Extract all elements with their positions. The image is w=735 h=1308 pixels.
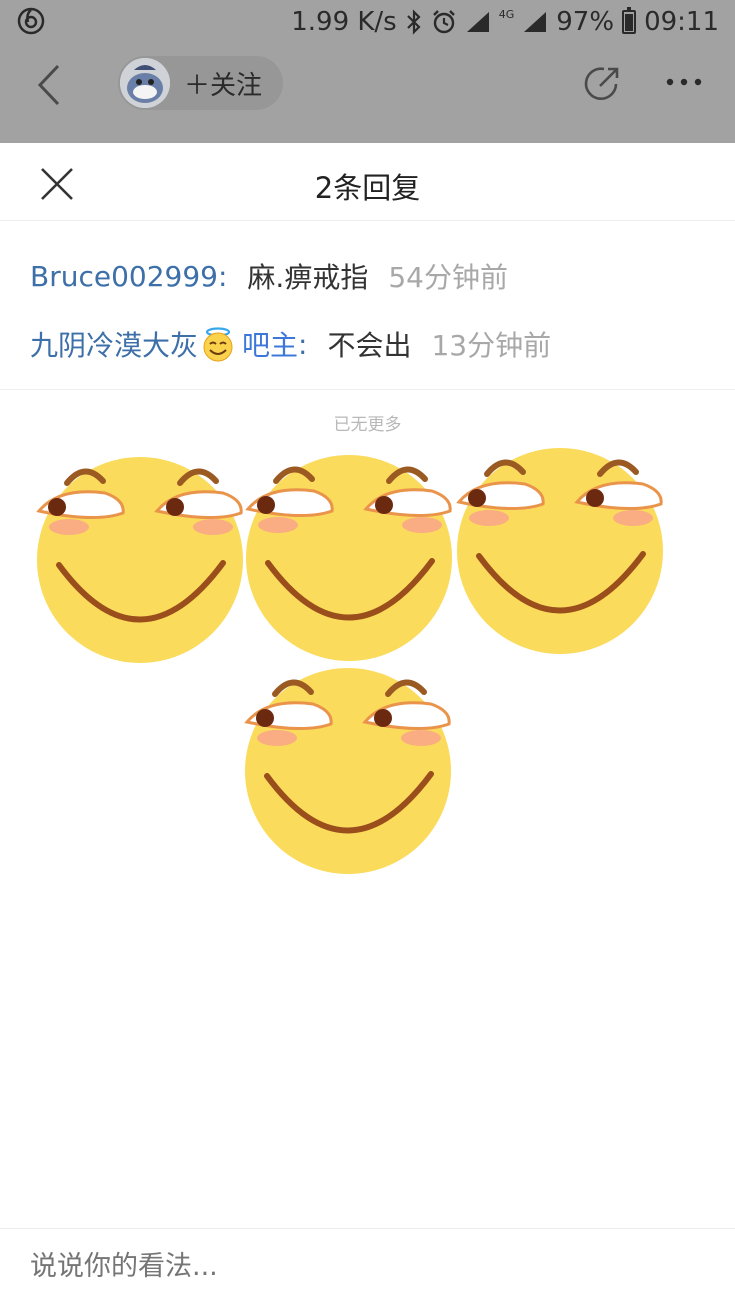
reply-content: 不会出: [327, 329, 412, 362]
sheet-header: 2条回复: [0, 143, 735, 221]
reply-sheet-screen: 1.99 K/s 4G 97% 09:11 ＋关注 2条回复 Bruce0029…: [0, 0, 735, 1308]
reply-time: 54分钟前: [388, 261, 508, 294]
back-icon[interactable]: [30, 60, 70, 110]
clock: 09:11: [644, 7, 719, 37]
smirk-face-sticker: [244, 443, 454, 663]
alarm-icon: [432, 10, 455, 34]
signal-icon: [466, 12, 489, 32]
battery-percent: 97%: [556, 7, 615, 37]
net-speed: 1.99 K/s: [291, 7, 397, 37]
reply-time: 13分钟前: [431, 329, 552, 362]
reply-colon: :: [298, 327, 308, 361]
no-more-label: 已无更多: [333, 415, 402, 435]
reply-colon: :: [217, 259, 228, 293]
sheet-title: 2条回复: [314, 171, 421, 205]
reply-item[interactable]: 九阴冷漠大灰 吧主 : 不会出 13分钟前: [30, 324, 551, 364]
status-bar: 1.99 K/s 4G 97% 09:11: [0, 0, 735, 44]
signal-4g-icon: [524, 12, 547, 32]
reply-item[interactable]: Bruce002999 : 麻.痹戒指 54分钟前: [30, 256, 508, 296]
battery-icon: [622, 7, 637, 34]
comment-bar: [0, 1228, 735, 1308]
smirk-face-sticker: [35, 445, 245, 665]
reply-username[interactable]: 九阴冷漠大灰: [30, 324, 198, 364]
reply-list: Bruce002999 : 麻.痹戒指 54分钟前 九阴冷漠大灰 吧主 : 不会…: [0, 222, 735, 390]
smirk-face-sticker: [243, 656, 453, 876]
follow-label: ＋关注: [184, 71, 263, 101]
halo-smile-emoji: [203, 327, 233, 362]
network-type: 4G: [498, 8, 515, 21]
post-header: ＋关注: [0, 44, 735, 143]
reply-username[interactable]: Bruce002999: [30, 260, 218, 293]
comment-input[interactable]: [30, 1251, 680, 1282]
follow-button[interactable]: ＋关注: [118, 56, 283, 110]
share-icon[interactable]: [582, 64, 622, 104]
avatar[interactable]: [120, 58, 170, 108]
smirk-face-sticker: [455, 436, 665, 656]
bluetooth-icon: [406, 9, 421, 35]
moderator-badge: 吧主: [242, 329, 299, 362]
netease-music-icon: [17, 7, 45, 35]
reply-content: 麻.痹戒指: [247, 261, 369, 294]
more-icon[interactable]: [664, 70, 704, 94]
